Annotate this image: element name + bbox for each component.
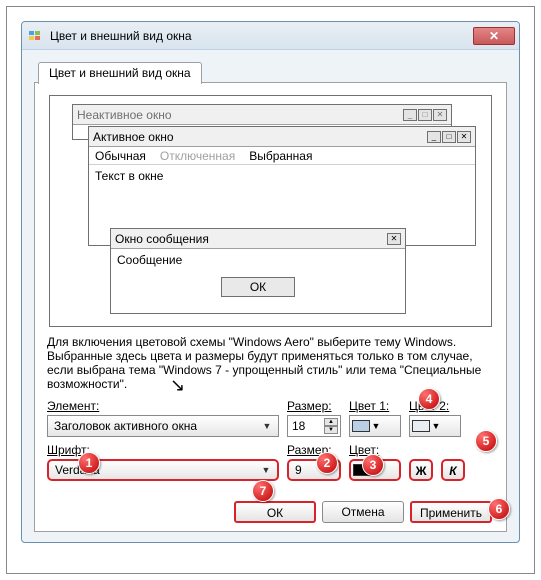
preview-area: Неактивное окно _ □ ✕ Активное окно _ □ … (49, 95, 492, 327)
active-titlebar: Активное окно _ □ ✕ (89, 127, 475, 147)
window-title: Цвет и внешний вид окна (50, 29, 473, 43)
marker-5: 5 (475, 430, 497, 452)
cursor-arrow-icon: ↘ (170, 375, 185, 396)
preview-message-window: Окно сообщения ✕ Сообщение ОК (110, 228, 406, 314)
preview-ok-button: ОК (221, 277, 295, 297)
tab-page: Неактивное окно _ □ ✕ Активное окно _ □ … (34, 82, 507, 532)
max-icon: □ (442, 131, 456, 143)
marker-6: 6 (488, 498, 510, 520)
close-icon: ✕ (387, 233, 401, 245)
marker-7: 7 (252, 480, 274, 502)
tab-strip: Цвет и внешний вид окна (34, 60, 507, 82)
italic-toggle[interactable]: К (441, 459, 465, 481)
tab-appearance[interactable]: Цвет и внешний вид окна (38, 62, 202, 84)
max-icon: □ (418, 109, 432, 121)
size1-label: Размер: (287, 399, 341, 413)
msg-body: Сообщение (111, 249, 405, 271)
inactive-titlebar: Неактивное окно _ □ ✕ (73, 105, 451, 125)
close-icon: ✕ (433, 109, 447, 121)
marker-4: 4 (418, 388, 440, 410)
close-icon: ✕ (457, 131, 471, 143)
preview-menu: ОбычнаяОтключеннаяВыбранная (89, 147, 475, 165)
color1-button[interactable]: ▼ (349, 415, 401, 437)
chevron-down-icon: ▼ (259, 465, 273, 475)
titlebar: Цвет и внешний вид окна ✕ (22, 22, 519, 50)
element-label: Элемент: (47, 399, 279, 413)
element-combo[interactable]: Заголовок активного окна▼ (47, 415, 279, 437)
bold-toggle[interactable]: Ж (409, 459, 433, 481)
info-text: Для включения цветовой схемы "Windows Ae… (47, 335, 494, 391)
preview-body: Текст в окне (89, 165, 475, 187)
row-font: Шрифт: Verdana▼ Размер: 9▼ Цвет: ▼ Ж К (45, 443, 496, 481)
marker-3: 3 (362, 454, 384, 476)
min-icon: _ (403, 109, 417, 121)
color2-button[interactable]: ▼ (409, 415, 461, 437)
marker-1: 1 (78, 452, 100, 474)
color-swatch (352, 420, 370, 432)
min-icon: _ (427, 131, 441, 143)
app-icon (26, 27, 44, 45)
ok-button[interactable]: ОК (234, 501, 316, 523)
marker-2: 2 (316, 452, 338, 474)
color1-label: Цвет 1: (349, 399, 401, 413)
close-button[interactable]: ✕ (473, 27, 515, 45)
msg-titlebar: Окно сообщения ✕ (111, 229, 405, 249)
button-bar: ОК Отмена Применить (234, 501, 492, 523)
size1-spin[interactable]: 18▲▼ (287, 415, 341, 437)
apply-button[interactable]: Применить (410, 501, 492, 523)
cancel-button[interactable]: Отмена (322, 501, 404, 523)
chevron-down-icon: ▼ (260, 421, 274, 431)
color-swatch (412, 420, 430, 432)
